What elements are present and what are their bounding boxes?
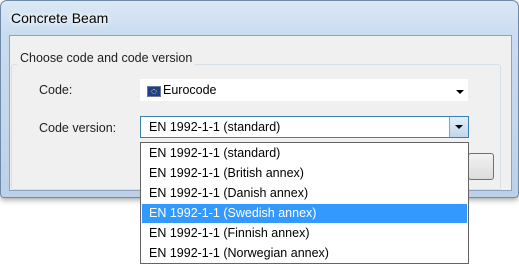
dropdown-option[interactable]: EN 1992-1-1 (Danish annex): [142, 184, 467, 203]
title-bar[interactable]: Concrete Beam: [1, 1, 518, 35]
code-version-dropdown-list: EN 1992-1-1 (standard) EN 1992-1-1 (Brit…: [140, 142, 469, 264]
group-label: Choose code and code version: [17, 51, 196, 65]
dropdown-button[interactable]: [449, 117, 468, 137]
dropdown-option[interactable]: EN 1992-1-1 (standard): [142, 144, 467, 163]
dropdown-option[interactable]: EN 1992-1-1 (Finnish annex): [142, 224, 467, 243]
code-combobox[interactable]: Eurocode: [140, 79, 468, 101]
dropdown-option[interactable]: EN 1992-1-1 (British annex): [142, 164, 467, 183]
eu-flag-icon: [147, 86, 161, 97]
code-version-combobox[interactable]: EN 1992-1-1 (standard): [140, 116, 469, 138]
code-label: Code:: [39, 83, 73, 97]
dropdown-option-highlighted[interactable]: EN 1992-1-1 (Swedish annex): [142, 204, 467, 223]
code-version-label: Code version:: [39, 121, 117, 135]
chevron-down-icon: [456, 90, 464, 94]
window-title: Concrete Beam: [11, 10, 109, 26]
dialog-button[interactable]: [468, 153, 494, 180]
code-value: Eurocode: [163, 83, 217, 97]
code-version-value: EN 1992-1-1 (standard): [149, 120, 281, 134]
dropdown-option[interactable]: EN 1992-1-1 (Norwegian annex): [142, 244, 467, 263]
chevron-down-icon: [455, 125, 463, 129]
